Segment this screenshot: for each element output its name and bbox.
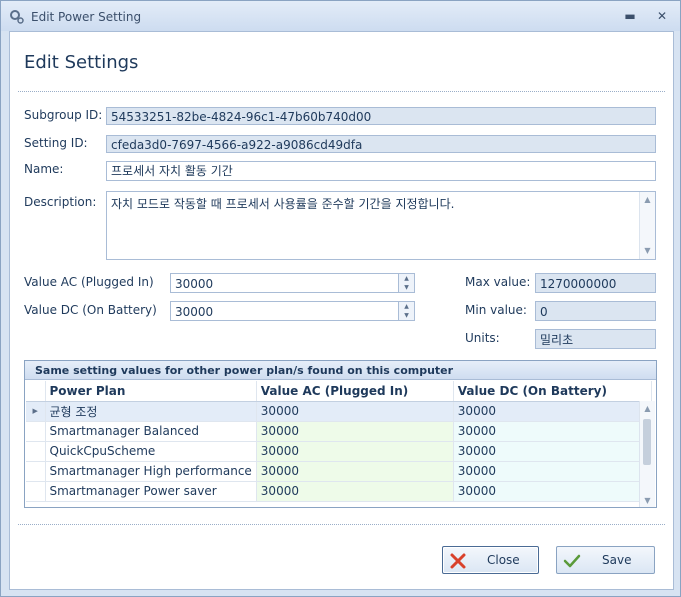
- power-plan-cell[interactable]: Smartmanager Power saver: [45, 481, 257, 502]
- description-label: Description:: [24, 195, 97, 209]
- value-dc-cell[interactable]: 30000: [453, 401, 652, 422]
- power-plan-cell[interactable]: QuickCpuScheme: [45, 441, 257, 462]
- description-field[interactable]: 자치 모드로 작동할 때 프로세서 사용률을 준수할 기간을 지정합니다. ▲ …: [106, 191, 656, 260]
- table-scrollbar[interactable]: ▲ ▼: [639, 401, 655, 507]
- window-title: Edit Power Setting: [31, 10, 142, 24]
- table-row[interactable]: ▶ 균형 조정 30000 30000: [26, 401, 652, 422]
- value-dc-cell[interactable]: 30000: [453, 461, 652, 482]
- subgroup-id-label: Subgroup ID:: [24, 108, 103, 122]
- save-button[interactable]: Save: [556, 546, 655, 574]
- spin-up-icon[interactable]: ▲: [399, 302, 414, 311]
- units-field[interactable]: 밀리초: [535, 329, 656, 349]
- value-ac-label: Value AC (Plugged In): [24, 275, 154, 289]
- close-x-icon: [450, 553, 466, 569]
- spin-down-icon[interactable]: ▼: [399, 283, 414, 292]
- minimize-button[interactable]: ▬: [621, 8, 639, 24]
- scroll-down-icon[interactable]: ▼: [640, 495, 655, 507]
- spin-up-icon[interactable]: ▲: [399, 274, 414, 283]
- dialog-content: Edit Settings Subgroup ID: 54533251-82be…: [9, 31, 674, 590]
- value-dc-spin-buttons[interactable]: ▲ ▼: [398, 302, 414, 320]
- value-dc-stepper[interactable]: 30000 ▲ ▼: [170, 301, 415, 321]
- row-indicator: [26, 421, 46, 442]
- close-button-label: Close: [487, 553, 520, 567]
- row-indicator-header: [26, 381, 46, 402]
- title-bar[interactable]: Edit Power Setting ▬ ✕: [1, 1, 680, 31]
- value-ac-cell[interactable]: 30000: [256, 461, 454, 482]
- description-text: 자치 모드로 작동할 때 프로세서 사용률을 준수할 기간을 지정합니다.: [111, 197, 455, 211]
- settings-icon: [10, 10, 24, 24]
- subgroup-id-field[interactable]: 54533251-82be-4824-96c1-47b60b740d00: [106, 107, 656, 125]
- value-ac-stepper[interactable]: 30000 ▲ ▼: [170, 273, 415, 293]
- value-ac-spin-buttons[interactable]: ▲ ▼: [398, 274, 414, 292]
- value-dc-label: Value DC (On Battery): [24, 303, 157, 317]
- units-label: Units:: [465, 331, 500, 345]
- power-plan-cell[interactable]: Smartmanager High performance: [45, 461, 257, 482]
- scroll-thumb[interactable]: [643, 419, 651, 465]
- scroll-up-icon[interactable]: ▲: [640, 194, 655, 206]
- scroll-down-icon[interactable]: ▼: [640, 245, 655, 257]
- setting-id-label: Setting ID:: [24, 136, 88, 150]
- close-button[interactable]: Close: [442, 546, 539, 574]
- row-indicator: [26, 441, 46, 462]
- table-header-row: Power Plan Value AC (Plugged In) Value D…: [26, 381, 652, 402]
- column-header-value-ac[interactable]: Value AC (Plugged In): [256, 381, 454, 402]
- value-dc-cell[interactable]: 30000: [453, 421, 652, 442]
- min-value-label: Min value:: [465, 303, 527, 317]
- power-plan-cell[interactable]: 균형 조정: [45, 401, 257, 422]
- value-dc-cell[interactable]: 30000: [453, 441, 652, 462]
- setting-id-field[interactable]: cfeda3d0-7697-4566-a922-a9086cd49dfa: [106, 135, 656, 153]
- checkmark-icon: [563, 554, 581, 568]
- table-row[interactable]: QuickCpuScheme 30000 30000: [26, 441, 652, 462]
- save-button-label: Save: [602, 553, 632, 567]
- close-window-button[interactable]: ✕: [653, 8, 671, 24]
- top-divider: [18, 91, 665, 92]
- page-title: Edit Settings: [24, 52, 139, 73]
- bottom-divider: [18, 524, 665, 525]
- value-dc-value: 30000: [175, 305, 214, 319]
- row-indicator-icon: ▶: [26, 401, 46, 422]
- value-ac-cell[interactable]: 30000: [256, 441, 454, 462]
- other-plans-group: Same setting values for other power plan…: [24, 360, 657, 508]
- min-value-field[interactable]: 0: [535, 301, 656, 321]
- edit-power-setting-window: Edit Power Setting ▬ ✕ Edit Settings Sub…: [0, 0, 681, 597]
- group-caption: Same setting values for other power plan…: [25, 361, 656, 380]
- column-header-value-dc[interactable]: Value DC (On Battery): [453, 381, 652, 402]
- value-ac-value: 30000: [175, 277, 214, 291]
- row-indicator: [26, 461, 46, 482]
- name-label: Name:: [24, 162, 64, 176]
- row-indicator: [26, 481, 46, 502]
- scroll-up-icon[interactable]: ▲: [640, 403, 655, 415]
- value-ac-cell[interactable]: 30000: [256, 421, 454, 442]
- table-row[interactable]: Smartmanager Balanced 30000 30000: [26, 421, 652, 442]
- spin-down-icon[interactable]: ▼: [399, 311, 414, 320]
- column-header-power-plan[interactable]: Power Plan: [45, 381, 257, 402]
- value-ac-cell[interactable]: 30000: [256, 481, 454, 502]
- name-field[interactable]: 프로세서 자치 활동 기간: [106, 161, 656, 181]
- power-plan-cell[interactable]: Smartmanager Balanced: [45, 421, 257, 442]
- power-plan-table: Power Plan Value AC (Plugged In) Value D…: [26, 381, 652, 502]
- max-value-field[interactable]: 1270000000: [535, 273, 656, 293]
- value-dc-cell[interactable]: 30000: [453, 481, 652, 502]
- max-value-label: Max value:: [465, 275, 531, 289]
- table-row[interactable]: Smartmanager High performance 30000 3000…: [26, 461, 652, 482]
- table-row[interactable]: Smartmanager Power saver 30000 30000: [26, 481, 652, 502]
- value-ac-cell[interactable]: 30000: [256, 401, 454, 422]
- description-scrollbar[interactable]: ▲ ▼: [639, 192, 655, 259]
